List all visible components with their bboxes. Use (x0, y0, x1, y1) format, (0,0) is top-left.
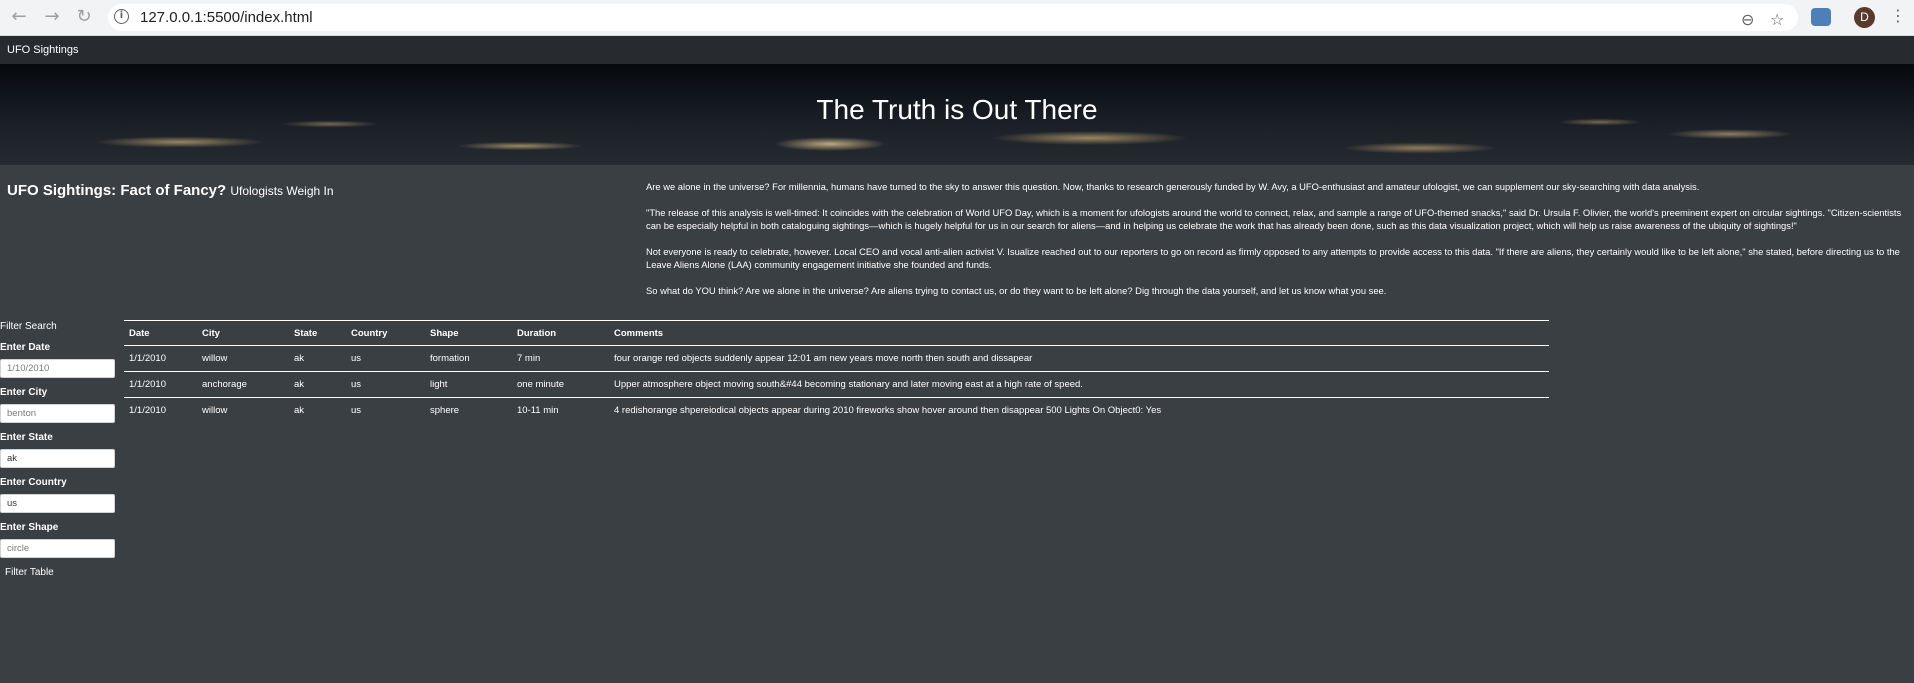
filter-title: Filter Search (0, 321, 57, 332)
reload-icon[interactable]: ↻ (74, 7, 94, 27)
shape-label: Enter Shape (0, 522, 59, 533)
cell-city: willow (197, 345, 289, 372)
cell-shape: formation (425, 345, 512, 372)
url-text[interactable]: 127.0.0.1:5500/index.html (140, 9, 313, 26)
cell-comments: Upper atmosphere object moving south&#44… (609, 371, 1549, 398)
cell-duration: 7 min (512, 345, 609, 372)
bookmark-star-icon[interactable]: ☆ (1770, 10, 1784, 29)
column-header-shape: Shape (425, 320, 512, 346)
site-info-icon[interactable]: i (114, 9, 129, 24)
cell-date: 1/1/2010 (124, 371, 197, 398)
site-navbar: UFO Sightings (0, 36, 1914, 64)
intro-heading: UFO Sightings: Fact of Fancy? Ufologists… (7, 182, 334, 199)
cell-city: anchorage (197, 371, 289, 398)
cell-country: us (346, 345, 425, 372)
ufo-table: Date City State Country Shape Duration C… (124, 320, 1549, 423)
intro-paragraph: So what do YOU think? Are we alone in th… (646, 285, 1387, 296)
intro-title: UFO Sightings: Fact of Fancy? (7, 182, 227, 199)
country-label: Enter Country (0, 477, 67, 488)
intro-paragraph: "The release of this analysis is well-ti… (646, 207, 1902, 231)
cell-shape: sphere (430, 405, 460, 416)
state-label: Enter State (0, 432, 53, 443)
table-row: 1/1/2010 willow ak us formation 7 min fo… (124, 345, 1549, 372)
zoom-icon[interactable]: ⊖ (1741, 10, 1754, 29)
column-header-state: State (289, 320, 346, 346)
country-input[interactable] (0, 494, 115, 513)
navbar-brand[interactable]: UFO Sightings (7, 44, 79, 56)
city-input[interactable] (0, 404, 115, 423)
intro-paragraph: Not everyone is ready to celebrate, howe… (646, 246, 1900, 270)
date-input[interactable] (0, 359, 115, 378)
forward-arrow-icon[interactable]: → (42, 7, 62, 27)
state-input[interactable] (0, 449, 115, 468)
column-header-country: Country (346, 320, 425, 346)
extension-icon[interactable] (1811, 8, 1831, 26)
cell-state: ak (289, 371, 346, 398)
cell-city: willow (202, 405, 228, 416)
cell-shape: light (425, 371, 512, 398)
cell-state: ak (289, 345, 346, 372)
table-row: 1/1/2010 anchorage ak us light one minut… (124, 371, 1549, 398)
profile-avatar[interactable]: D (1854, 7, 1875, 28)
cell-date: 1/1/2010 (124, 345, 197, 372)
shape-input[interactable] (0, 539, 115, 558)
intro-article: Are we alone in the universe? For millen… (646, 180, 1908, 310)
cell-date: 1/1/2010 (129, 405, 166, 416)
cell-state: ak (294, 405, 305, 416)
column-header-comments: Comments (609, 320, 1549, 346)
browser-toolbar: ← → ↻ i 127.0.0.1:5500/index.html ⊖ ☆ D … (0, 0, 1914, 36)
back-arrow-icon[interactable]: ← (9, 7, 29, 27)
hero-banner: The Truth is Out There (0, 64, 1914, 165)
hero-title: The Truth is Out There (816, 94, 1098, 125)
column-header-date: Date (124, 320, 197, 346)
cell-duration: one minute (512, 371, 609, 398)
cell-comments: four orange red objects suddenly appear … (609, 345, 1549, 372)
cell-country: us (351, 405, 362, 416)
cell-comments: 4 redishorange shpereiodical objects app… (614, 405, 1162, 416)
filter-table-button[interactable]: Filter Table (5, 567, 54, 578)
date-label: Enter Date (0, 342, 51, 353)
city-label: Enter City (0, 387, 48, 398)
address-bar[interactable]: i 127.0.0.1:5500/index.html ⊖ ☆ (108, 4, 1798, 31)
table-header-row: Date City State Country Shape Duration C… (124, 320, 1549, 346)
browser-menu-icon[interactable]: ⋮ (1890, 6, 1906, 25)
intro-subtitle: Ufologists Weigh In (230, 184, 334, 198)
table-row: 1/1/2010 willow ak us sphere 10-11 min 4… (124, 398, 1549, 424)
cell-duration: 10-11 min (517, 405, 559, 416)
intro-paragraph: Are we alone in the universe? For millen… (646, 181, 1700, 192)
column-header-city: City (197, 320, 289, 346)
column-header-duration: Duration (512, 320, 609, 346)
cell-country: us (346, 371, 425, 398)
